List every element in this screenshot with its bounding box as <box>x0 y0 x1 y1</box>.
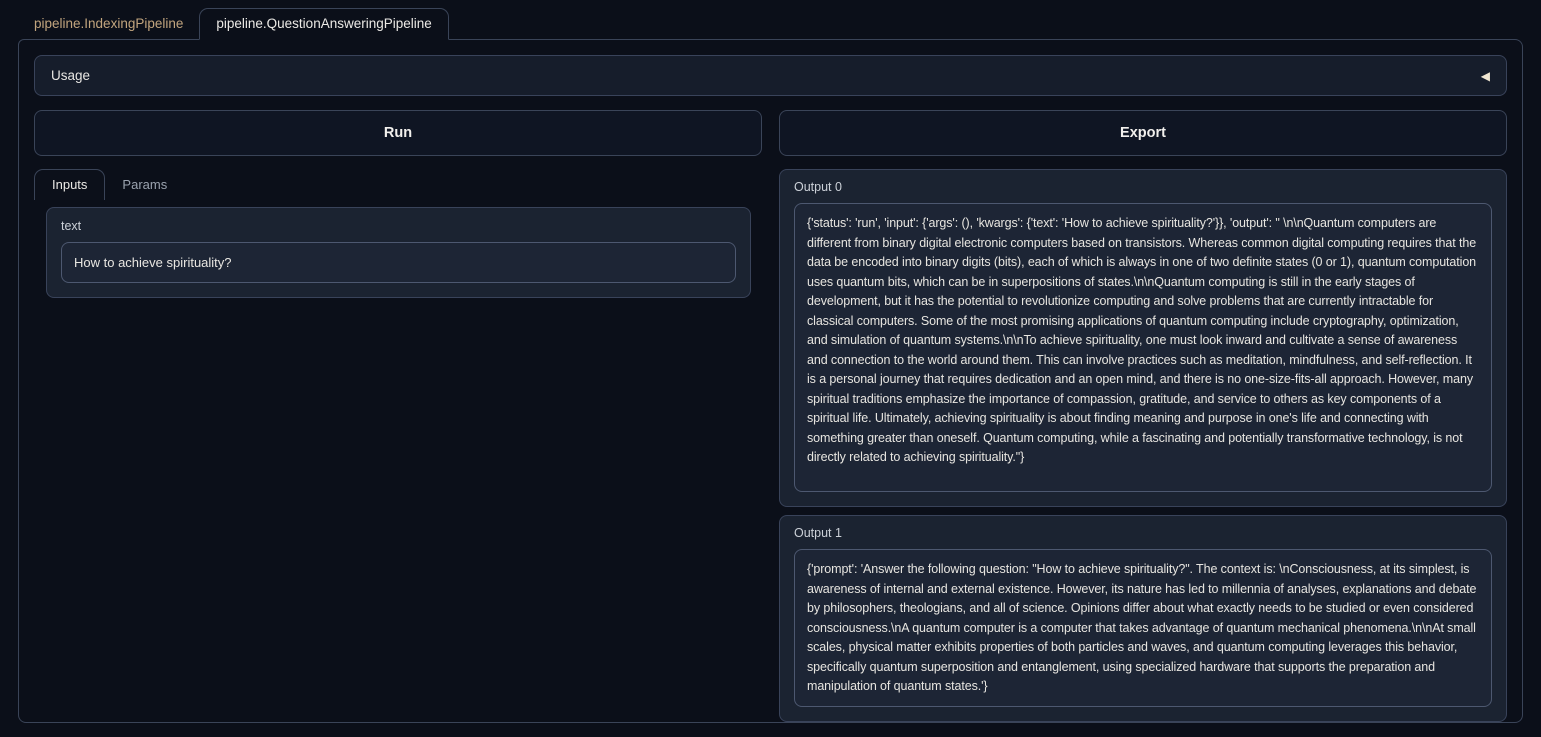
output-1-label: Output 1 <box>794 526 1492 540</box>
output-0-card: Output 0 {'status': 'run', 'input': {'ar… <box>779 169 1507 507</box>
tab-question-answering-pipeline[interactable]: pipeline.QuestionAnsweringPipeline <box>199 8 448 40</box>
output-column: Export Output 0 {'status': 'run', 'input… <box>779 110 1507 722</box>
input-column: Run Inputs Params text <box>34 110 762 722</box>
export-button[interactable]: Export <box>779 110 1507 156</box>
content-columns: Run Inputs Params text Export Output 0 {… <box>33 110 1508 722</box>
output-0-textbox[interactable]: {'status': 'run', 'input': {'args': (), … <box>794 203 1492 492</box>
usage-accordion-label: Usage <box>51 68 90 83</box>
text-input[interactable] <box>61 242 736 283</box>
output-1-card: Output 1 {'prompt': 'Answer the followin… <box>779 515 1507 722</box>
tab-params[interactable]: Params <box>105 170 184 200</box>
usage-accordion-header[interactable]: Usage ◀ <box>34 55 1507 96</box>
output-0-label: Output 0 <box>794 180 1492 194</box>
accordion-collapse-triangle-icon[interactable]: ◀ <box>1481 70 1490 82</box>
text-field-label: text <box>61 219 736 233</box>
inputs-panel: text <box>46 207 751 298</box>
inputs-params-tab-bar: Inputs Params <box>34 169 762 200</box>
output-1-textbox[interactable]: {'prompt': 'Answer the following questio… <box>794 549 1492 707</box>
tab-indexing-pipeline[interactable]: pipeline.IndexingPipeline <box>18 9 199 39</box>
run-button[interactable]: Run <box>34 110 762 156</box>
pipeline-panel: Usage ◀ Run Inputs Params text Export Ou… <box>18 39 1523 723</box>
tab-inputs[interactable]: Inputs <box>34 169 105 200</box>
pipeline-tab-bar: pipeline.IndexingPipeline pipeline.Quest… <box>0 0 1541 39</box>
